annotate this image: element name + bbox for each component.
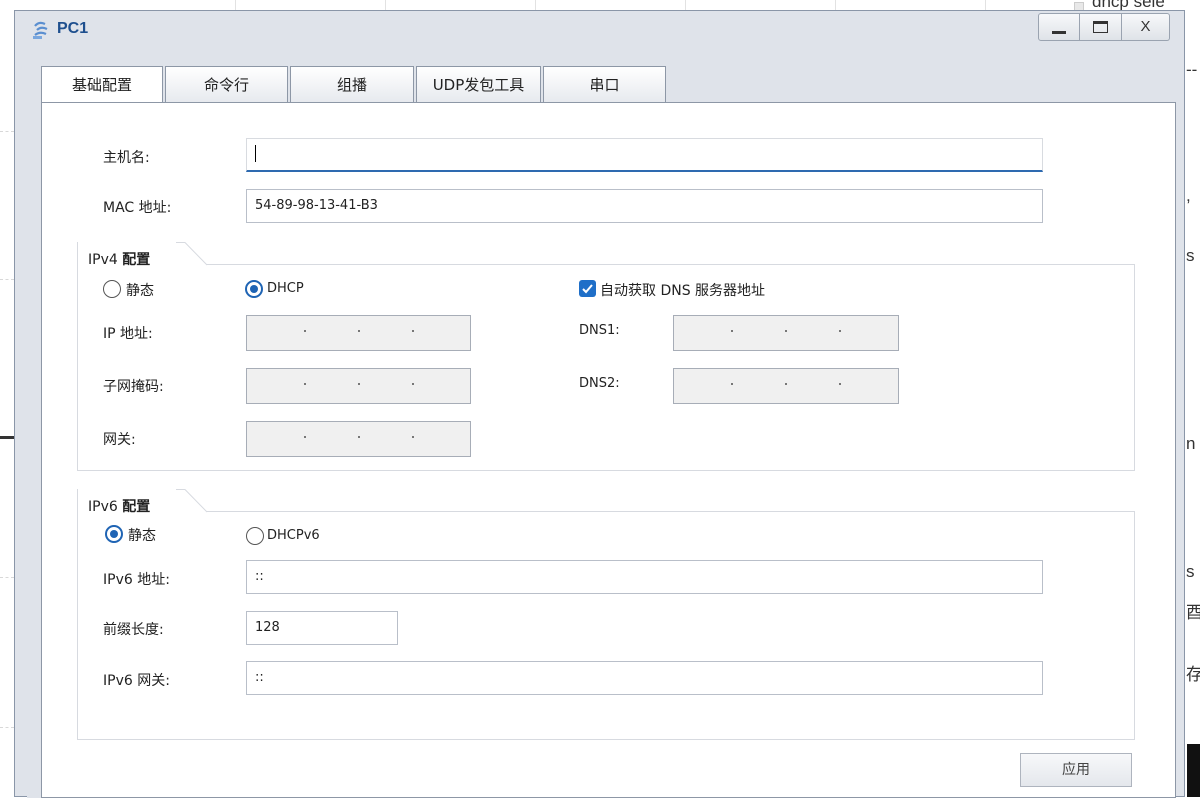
apply-button[interactable]: 应用	[1020, 753, 1132, 787]
background-dark-block	[1187, 744, 1200, 797]
subnet-mask-label: 子网掩码:	[103, 379, 164, 395]
ip-address-field[interactable]	[246, 315, 471, 351]
maximize-button[interactable]	[1080, 13, 1122, 41]
ipv6-title-prefix: IPv6	[88, 499, 123, 515]
background-fragment: 存	[1186, 665, 1200, 684]
ipv6-address-label: IPv6 地址:	[103, 572, 170, 588]
subnet-mask-field[interactable]	[246, 368, 471, 404]
background-fragment: s	[1186, 246, 1195, 265]
auto-dns-label: 自动获取 DNS 服务器地址	[600, 283, 766, 299]
minimize-button[interactable]	[1038, 13, 1080, 41]
tab-basic-config[interactable]: 基础配置	[41, 66, 163, 104]
ipv6-group	[77, 511, 1135, 740]
ipv6-dhcpv6-label: DHCPv6	[267, 528, 320, 543]
tab-serial[interactable]: 串口	[543, 66, 666, 103]
ipv6-static-label: 静态	[128, 528, 156, 544]
auto-dns-checkbox[interactable]	[579, 280, 596, 297]
prefix-length-field[interactable]: 128	[246, 611, 398, 645]
minimize-icon	[1052, 31, 1066, 34]
ipv6-static-radio[interactable]	[105, 525, 123, 543]
tab-bar: 基础配置 命令行 组播 UDP发包工具 串口	[41, 66, 668, 104]
ipv6-dhcpv6-radio[interactable]	[246, 527, 264, 545]
window-title: PC1	[57, 20, 89, 37]
close-icon: X	[1140, 18, 1151, 35]
ipv4-title-suffix: 配置	[122, 252, 151, 268]
tab-multicast[interactable]: 组播	[290, 66, 414, 103]
tab-command-line[interactable]: 命令行	[165, 66, 288, 103]
text-caret	[255, 144, 256, 162]
ipv6-title-suffix: 配置	[122, 499, 151, 515]
network-pc-icon	[33, 21, 48, 39]
gateway-field[interactable]	[246, 421, 471, 457]
ipv6-address-field[interactable]: ::	[246, 560, 1043, 594]
prefix-length-label: 前缀长度:	[103, 622, 164, 638]
mac-label: MAC 地址:	[103, 200, 172, 216]
dns2-field[interactable]	[673, 368, 899, 404]
hostname-input[interactable]	[246, 138, 1043, 172]
hostname-label: 主机名:	[103, 150, 150, 166]
ipv4-title-prefix: IPv4	[88, 252, 123, 268]
pc-config-window: PC1 X 基础配置 命令行 组播 UDP发包工具 串口 主机名: MAC 地址…	[14, 10, 1185, 798]
background-bar	[0, 436, 14, 439]
title-bar[interactable]: PC1 X	[15, 11, 1184, 47]
checkmark-icon	[582, 284, 593, 294]
dns1-field[interactable]	[673, 315, 899, 351]
ipv6-gateway-label: IPv6 网关:	[103, 673, 170, 689]
dns1-label: DNS1:	[579, 323, 620, 338]
ipv4-dhcp-label: DHCP	[267, 281, 304, 296]
gateway-label: 网关:	[103, 432, 136, 448]
window-client: 基础配置 命令行 组播 UDP发包工具 串口 主机名: MAC 地址: 54-8…	[27, 66, 1176, 798]
ipv4-static-label: 静态	[126, 283, 154, 299]
ipv4-group-title: IPv4 配置	[78, 241, 176, 271]
tab-udp-tool[interactable]: UDP发包工具	[416, 66, 541, 103]
background-fragment: s	[1186, 562, 1195, 581]
ipv6-gateway-field[interactable]: ::	[246, 661, 1043, 695]
background-fragment: 酉	[1186, 603, 1200, 622]
background-fragment: --	[1186, 60, 1198, 79]
maximize-icon	[1093, 21, 1108, 33]
ipv4-dhcp-radio[interactable]	[245, 280, 263, 298]
ipv6-group-title: IPv6 配置	[78, 488, 176, 518]
ipv4-static-radio[interactable]	[103, 280, 121, 298]
ip-address-label: IP 地址:	[103, 326, 153, 342]
dns2-label: DNS2:	[579, 376, 620, 391]
background-fragment: ,	[1186, 186, 1191, 205]
close-button[interactable]: X	[1122, 13, 1170, 41]
basic-config-panel: 主机名: MAC 地址: 54-89-98-13-41-B3 IPv4 配置 静…	[41, 102, 1176, 798]
mac-address-field[interactable]: 54-89-98-13-41-B3	[246, 189, 1043, 223]
background-fragment: n	[1186, 434, 1196, 453]
